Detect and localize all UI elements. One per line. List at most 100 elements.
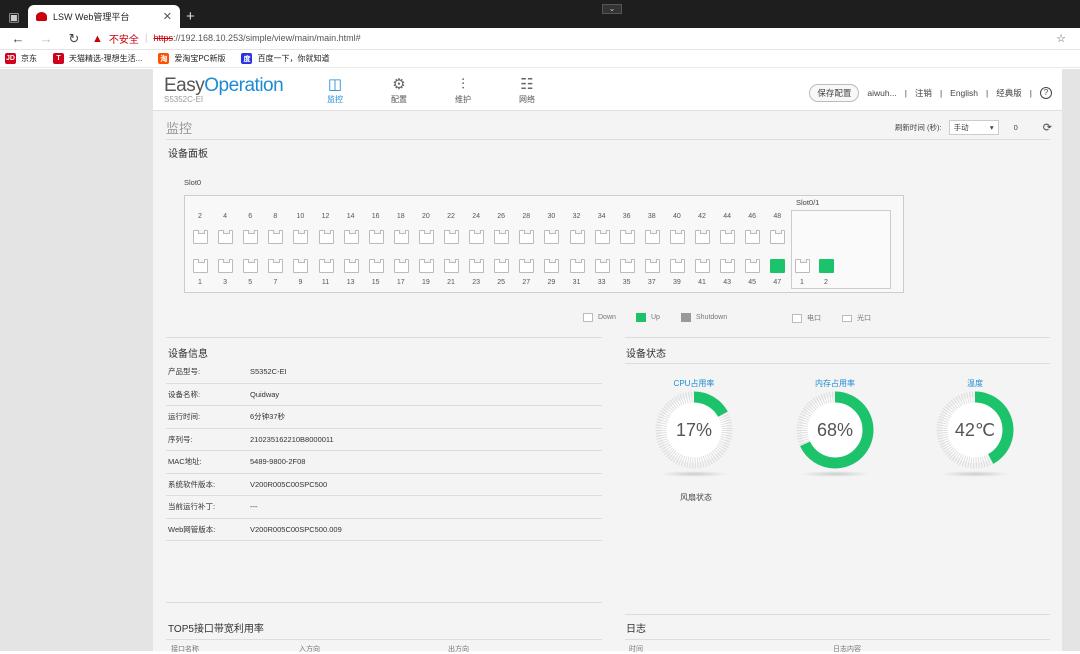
port-32[interactable] xyxy=(569,230,585,244)
port-35[interactable] xyxy=(619,259,635,273)
port-18[interactable] xyxy=(393,230,409,244)
reload-icon[interactable]: ↻ xyxy=(60,31,88,47)
bookmark-baidu[interactable]: 度百度一下，你就知道 xyxy=(241,53,329,64)
refresh-mode-value: 手动 xyxy=(953,123,969,132)
port-42[interactable] xyxy=(695,230,710,244)
user-name[interactable]: aiwuh... xyxy=(867,88,896,98)
refresh-icon[interactable]: ⟳ xyxy=(1043,121,1052,134)
port-shutdown-icon xyxy=(681,313,691,322)
port-3[interactable] xyxy=(218,259,234,273)
port-12[interactable] xyxy=(318,230,334,244)
warning-icon: ▲ xyxy=(92,32,103,45)
slot-port-2[interactable] xyxy=(819,259,834,273)
nav-monitor[interactable]: ◫ 监控 xyxy=(303,75,367,105)
port-7[interactable] xyxy=(268,259,284,273)
nav-maintain[interactable]: ⫶ 维护 xyxy=(431,75,495,105)
window-menu-icon[interactable]: ▣ xyxy=(0,6,28,28)
port-34[interactable] xyxy=(594,230,610,244)
port-40[interactable] xyxy=(669,230,685,244)
port-number-label: 47 xyxy=(773,279,782,286)
port-number-label: 27 xyxy=(522,279,531,286)
port-33[interactable] xyxy=(594,259,610,273)
port-11[interactable] xyxy=(318,259,334,273)
classic-link[interactable]: 经典版 xyxy=(996,87,1022,99)
port-41[interactable] xyxy=(695,259,710,273)
port-17[interactable] xyxy=(393,259,409,273)
port-45[interactable] xyxy=(745,259,761,273)
back-icon[interactable]: ← xyxy=(4,31,32,46)
url-field[interactable]: ▲ 不安全 | https://192.168.10.253/simple/vi… xyxy=(88,31,1046,47)
port-26[interactable] xyxy=(494,230,510,244)
port-5[interactable] xyxy=(243,259,259,273)
port-number-label: 33 xyxy=(597,279,606,286)
language-link[interactable]: English xyxy=(950,88,978,98)
table-row: MAC地址: 5489-9800-2F08 xyxy=(166,451,602,474)
info-value: 6分钟37秒 xyxy=(250,412,286,422)
refresh-mode-select[interactable]: 手动 ▾ xyxy=(948,120,999,135)
browser-tab[interactable]: LSW Web管理平台 ✕ xyxy=(28,5,180,28)
port-10[interactable] xyxy=(293,230,309,244)
slot-port-1[interactable] xyxy=(795,259,810,273)
port-9[interactable] xyxy=(293,259,309,273)
forward-icon[interactable]: → xyxy=(32,31,60,46)
table-row: 序列号: 210235162210B8000011 xyxy=(166,429,602,451)
port-44[interactable] xyxy=(720,230,736,244)
bookmark-taobao[interactable]: 淘爱淘宝PC新版 xyxy=(158,53,225,64)
port-number-label: 28 xyxy=(522,213,531,220)
settings-icon[interactable]: ☆ xyxy=(1046,32,1076,45)
port-27[interactable] xyxy=(519,259,535,273)
port-number-label: 22 xyxy=(447,213,455,220)
port-1[interactable] xyxy=(193,259,208,273)
device-status-title: 设备状态 xyxy=(626,349,666,360)
port-37[interactable] xyxy=(644,259,660,273)
port-8[interactable] xyxy=(268,230,284,244)
dropdown-toggle-icon[interactable]: ⌄ xyxy=(602,4,622,14)
port-39[interactable] xyxy=(669,259,685,273)
port-30[interactable] xyxy=(544,230,560,244)
port-number-label: 24 xyxy=(472,213,480,220)
port-number-label: 45 xyxy=(748,279,757,286)
gauge-value: 17% xyxy=(676,420,712,440)
port-25[interactable] xyxy=(494,259,510,273)
bookmark-jd[interactable]: JD 京东 xyxy=(5,53,37,64)
help-icon[interactable]: ? xyxy=(1040,87,1052,99)
port-2[interactable] xyxy=(193,230,208,244)
port-48[interactable] xyxy=(770,230,786,244)
port-36[interactable] xyxy=(619,230,635,244)
port-19[interactable] xyxy=(418,259,434,273)
logout-link[interactable]: 注销 xyxy=(915,87,932,99)
logo-easy: Easy xyxy=(164,75,205,96)
port-22[interactable] xyxy=(444,230,459,244)
port-29[interactable] xyxy=(544,259,560,273)
port-31[interactable] xyxy=(569,259,585,273)
save-config-button[interactable]: 保存配置 xyxy=(809,84,860,102)
port-13[interactable] xyxy=(343,259,359,273)
port-24[interactable] xyxy=(469,230,485,244)
info-key: 系统软件版本: xyxy=(168,479,216,489)
port-23[interactable] xyxy=(469,259,485,273)
gauge-shadow xyxy=(800,471,870,477)
port-28[interactable] xyxy=(519,230,535,244)
port-number-label: 1 xyxy=(198,279,202,286)
legend-label: 光口 xyxy=(857,315,871,322)
bookmark-tmall[interactable]: T 天猫精选-理想生活... xyxy=(53,53,142,64)
port-15[interactable] xyxy=(368,259,384,273)
port-4[interactable] xyxy=(218,230,234,244)
port-43[interactable] xyxy=(720,259,736,273)
port-46[interactable] xyxy=(745,230,761,244)
port-20[interactable] xyxy=(418,230,434,244)
new-tab-button[interactable]: + xyxy=(186,8,195,25)
port-16[interactable] xyxy=(368,230,384,244)
gear-icon: ⚙ xyxy=(392,76,406,93)
nav-label: 维护 xyxy=(455,95,471,104)
port-number-label: 1 xyxy=(800,279,804,286)
nav-network[interactable]: ☷ 网络 xyxy=(495,75,559,105)
nav-config[interactable]: ⚙ 配置 xyxy=(367,75,431,105)
nav-label: 配置 xyxy=(391,95,407,104)
port-21[interactable] xyxy=(444,259,459,273)
close-tab-icon[interactable]: ✕ xyxy=(163,10,172,23)
port-47[interactable] xyxy=(770,259,786,273)
port-14[interactable] xyxy=(343,230,359,244)
port-38[interactable] xyxy=(644,230,660,244)
port-6[interactable] xyxy=(243,230,259,244)
